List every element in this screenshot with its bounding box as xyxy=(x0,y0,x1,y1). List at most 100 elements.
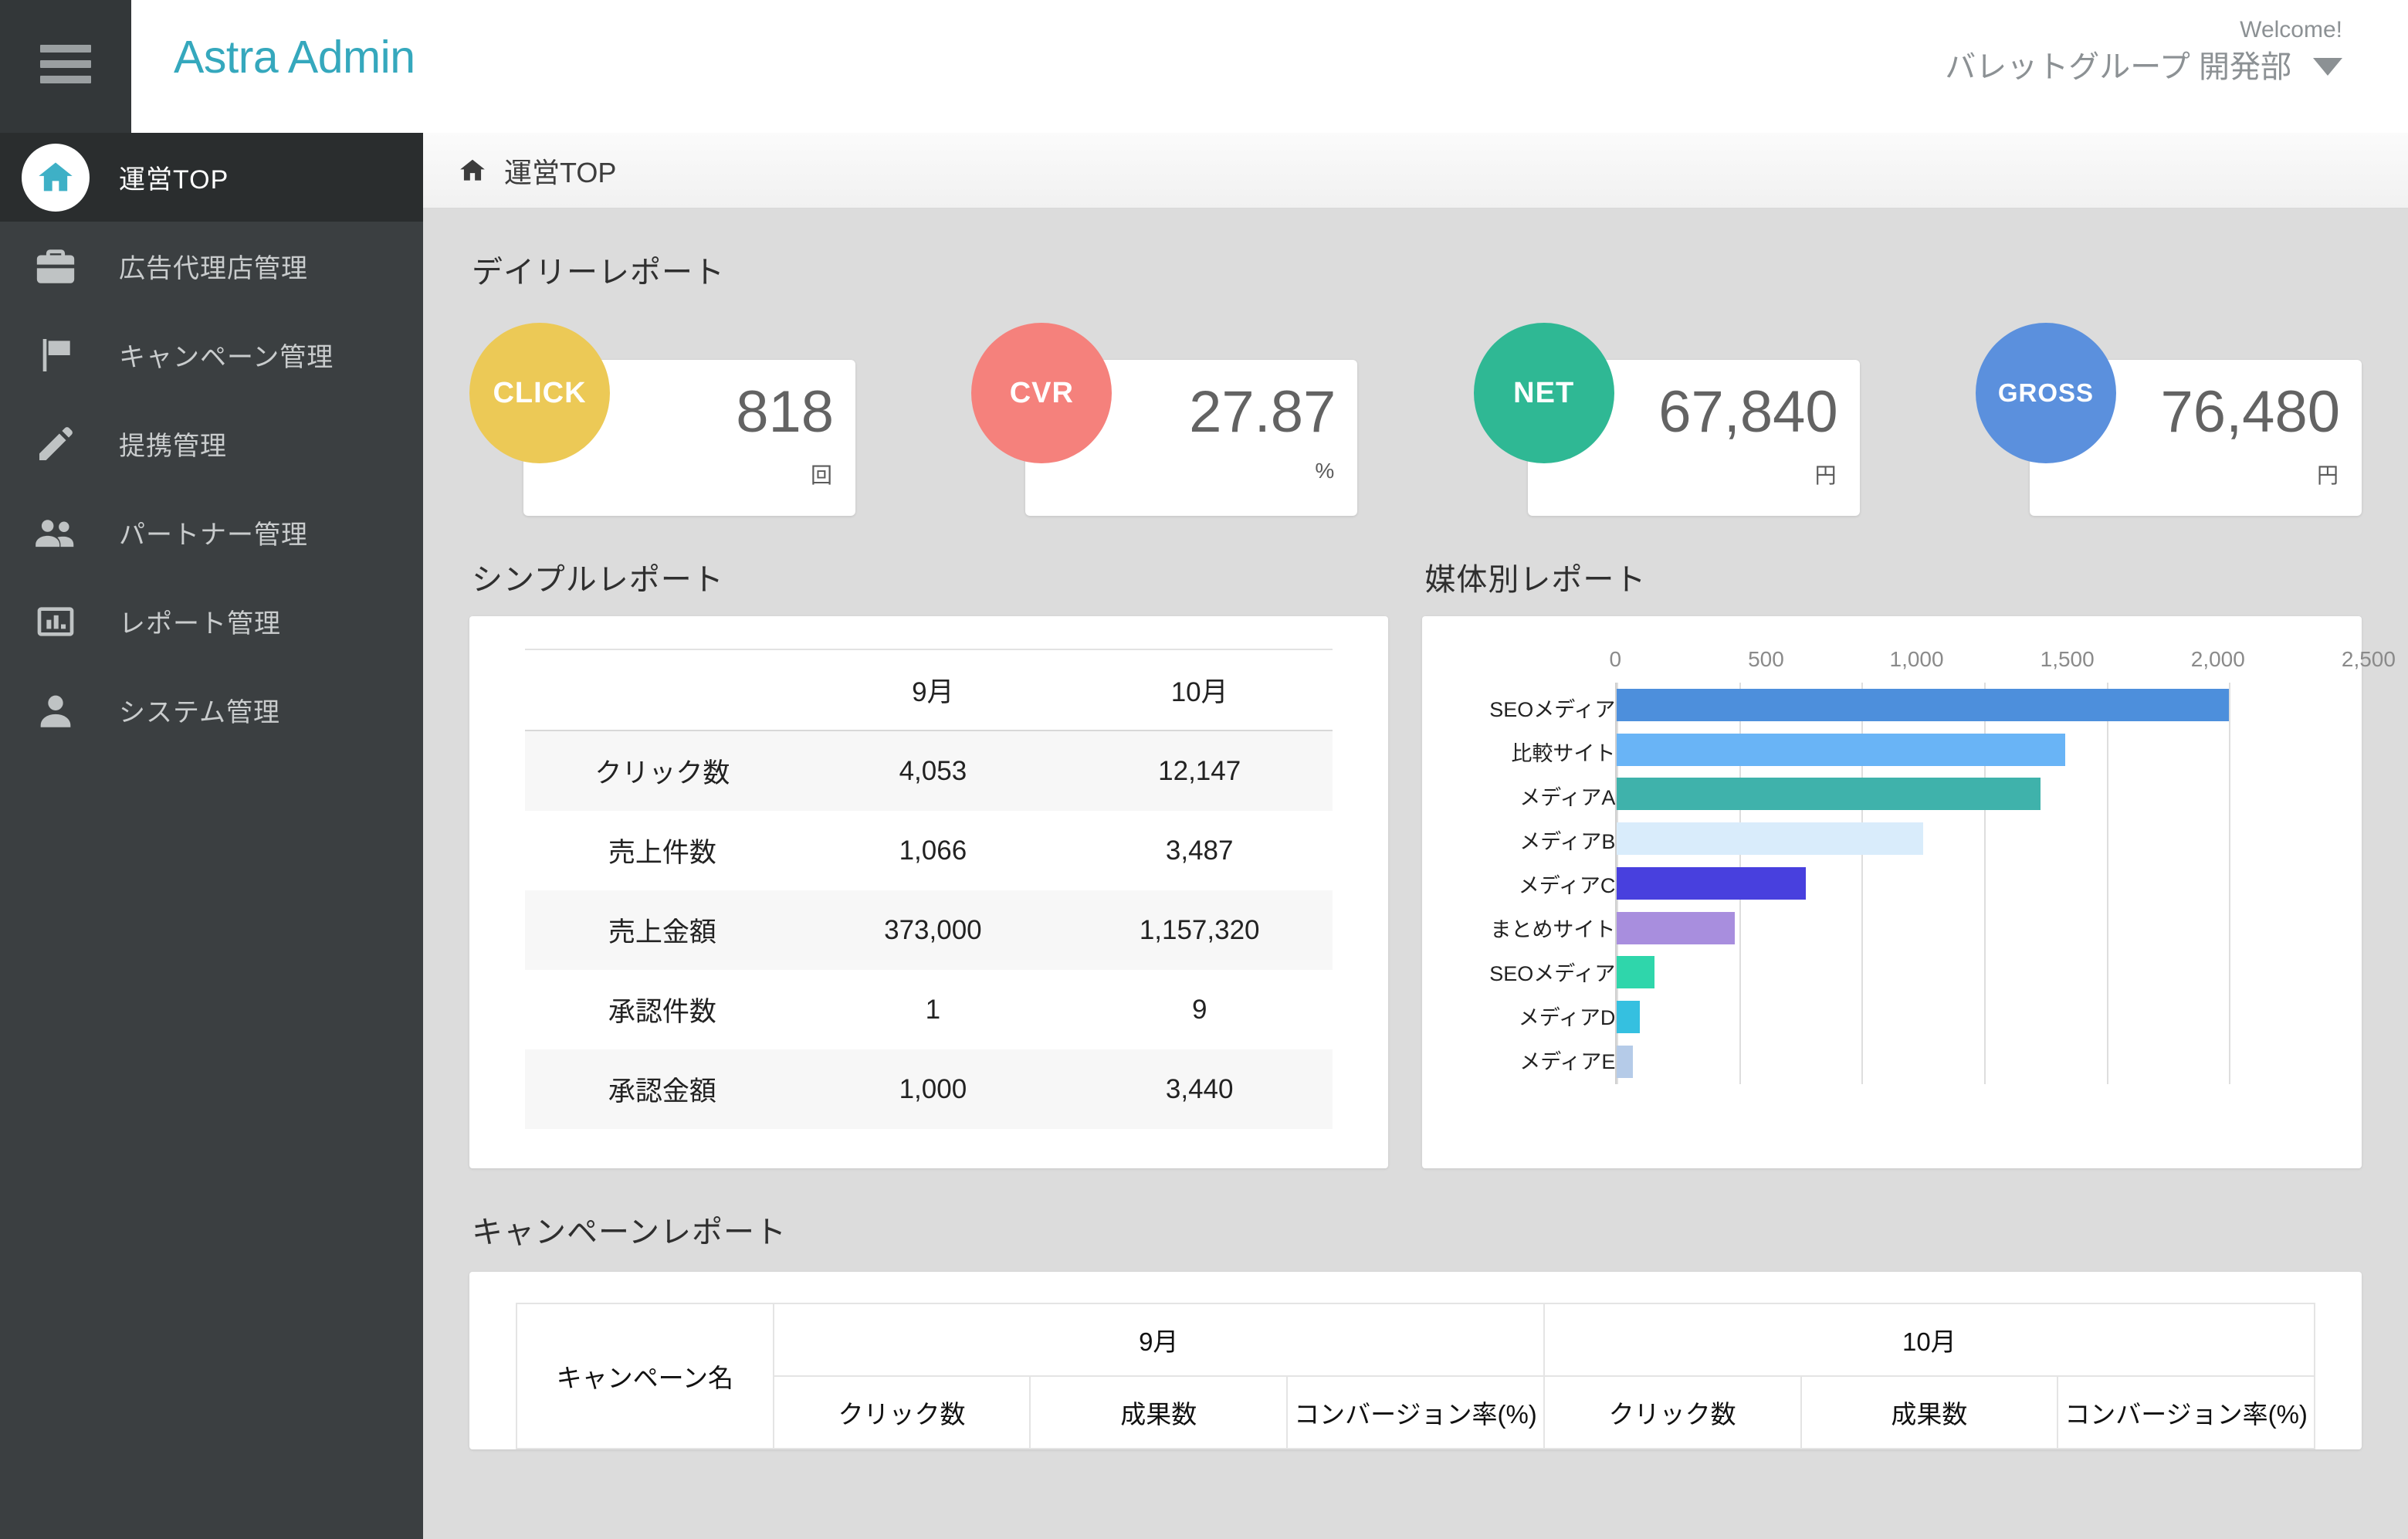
row-value-sep: 1,000 xyxy=(899,1073,967,1104)
bar[interactable] xyxy=(1617,911,1735,944)
media-bar-chart: 0 500 1,000 1,500 2,000 2,500 SEOメディア 比較サイト メディ… xyxy=(1453,647,2396,1141)
category-label: SEOメディア xyxy=(1489,962,1616,986)
bar[interactable] xyxy=(1617,688,2230,721)
col-header-month-oct: 10月 xyxy=(1543,1303,2316,1377)
hamburger-bar-2 xyxy=(40,60,91,68)
user-menu[interactable]: Welcome! バレットグループ 開発部 xyxy=(1945,15,2342,86)
sidebar-item-report[interactable]: レポート管理 xyxy=(0,577,423,666)
row-label: クリック数 xyxy=(594,758,730,788)
sidebar-item-label: レポート管理 xyxy=(119,609,281,639)
bar-row xyxy=(1617,774,2327,814)
flag-icon xyxy=(22,321,90,389)
admin-dashboard: Astra Admin Welcome! バレットグループ 開発部 運営TOP … xyxy=(0,0,2408,1539)
category-label: メディアD xyxy=(1518,1006,1616,1030)
table-row: 売上金額 373,000 1,157,320 xyxy=(525,890,1333,970)
x-tick-label: 1,000 xyxy=(1889,647,1944,671)
table-header-row-months: キャンペーン名 9月 10月 xyxy=(516,1303,2316,1449)
row-label: 売上件数 xyxy=(608,838,716,868)
kpi-card-gross[interactable]: GROSS 76,480 円 xyxy=(1975,323,2362,516)
chart-x-axis-ticks: 0 500 1,000 1,500 2,000 2,500 xyxy=(1453,647,2396,683)
bar[interactable] xyxy=(1617,1046,1633,1078)
chevron-down-icon[interactable] xyxy=(2313,58,2342,76)
kpi-card-cvr[interactable]: CVR 27.87 % xyxy=(971,323,1358,516)
sidebar-item-label: キャンペーン管理 xyxy=(119,343,334,372)
bar[interactable] xyxy=(1617,733,2065,766)
sidebar-item-operation-top[interactable]: 運営TOP xyxy=(0,133,423,222)
top-bar: Astra Admin Welcome! バレットグループ 開発部 xyxy=(0,0,2408,133)
x-tick-label: 500 xyxy=(1748,647,1784,671)
col-header-clicks-sep: クリック数 xyxy=(772,1375,1031,1449)
person-icon xyxy=(22,676,90,744)
col-header-oct: 10月 xyxy=(1066,649,1333,731)
section-title-simple: シンプルレポート xyxy=(472,563,724,597)
table-row: 承認件数 1 9 xyxy=(525,970,1333,1049)
kpi-unit-net: 円 xyxy=(1814,463,1837,487)
row-value-sep: 1 xyxy=(925,994,941,1025)
category-label: SEOメディア xyxy=(1489,697,1616,721)
col-header-cvr-sep: コンバージョン率(%) xyxy=(1286,1375,1545,1449)
category-label: メディアC xyxy=(1518,873,1616,897)
table-row: 承認金額 1,000 3,440 xyxy=(525,1049,1333,1129)
row-value-oct: 1,157,320 xyxy=(1139,914,1260,945)
row-label: 承認件数 xyxy=(608,997,716,1027)
kpi-card-group: CLICK 818 回 CVR 27.87 % NET 67,840 円 GRO… xyxy=(469,309,2362,516)
kpi-card-click[interactable]: CLICK 818 回 xyxy=(469,323,855,516)
sidebar-item-label: パートナー管理 xyxy=(119,520,308,550)
table-row: クリック数 4,053 12,147 xyxy=(525,731,1333,811)
category-label: まとめサイト xyxy=(1490,918,1616,942)
kpi-badge-gross: GROSS xyxy=(1975,323,2116,463)
sidebar-item-label: システム管理 xyxy=(119,698,280,727)
kpi-badge-cvr: CVR xyxy=(971,323,1113,463)
welcome-label: Welcome! xyxy=(2240,17,2342,42)
brand-title[interactable]: Astra Admin xyxy=(174,31,415,83)
bar-chart-icon xyxy=(22,588,90,656)
row-label: 売上金額 xyxy=(608,917,716,947)
bar-row xyxy=(1617,1042,2327,1082)
simple-report-panel: 9月 10月 クリック数 4,053 12,147 売上件数 1,066 3,487 売上金… xyxy=(469,616,1389,1168)
sidebar-item-partnership[interactable]: 提携管理 xyxy=(0,399,423,488)
sidebar-item-partner[interactable]: パートナー管理 xyxy=(0,488,423,577)
sidebar-item-label: 提携管理 xyxy=(119,432,227,461)
hamburger-bar-1 xyxy=(40,45,91,53)
kpi-card-net[interactable]: NET 67,840 円 xyxy=(1473,323,1860,516)
x-tick-label: 1,500 xyxy=(2040,647,2095,671)
simple-report-table: 9月 10月 クリック数 4,053 12,147 売上件数 1,066 3,487 売上金… xyxy=(525,649,1333,1129)
table-header-row-metrics: クリック数 成果数 コンバージョン率(%) クリック数 成果数 コンバージョン率… xyxy=(516,1375,2315,1449)
people-icon xyxy=(22,499,90,567)
bar-row xyxy=(1617,997,2327,1037)
category-label: メディアA xyxy=(1519,785,1616,809)
kpi-value-net: 67,840 xyxy=(1658,379,1838,445)
table-row: 売上件数 1,066 3,487 xyxy=(525,811,1333,890)
bar[interactable] xyxy=(1617,866,1806,900)
bar[interactable] xyxy=(1617,778,2041,811)
bar-row xyxy=(1617,908,2327,948)
row-value-sep: 373,000 xyxy=(884,914,982,945)
home-icon xyxy=(22,143,90,212)
col-header-cvr-oct: コンバージョン率(%) xyxy=(2057,1375,2315,1449)
col-header-campaign-name: キャンペーン名 xyxy=(516,1303,774,1449)
kpi-value-gross: 76,480 xyxy=(2160,379,2340,445)
home-icon xyxy=(458,156,487,185)
chart-plot xyxy=(1615,683,2327,1084)
dashboard-body: デイリーレポート CLICK 818 回 CVR 27.87 % NET 67,… xyxy=(423,208,2408,1449)
breadcrumb-label[interactable]: 運営TOP xyxy=(504,151,616,191)
sidebar-item-system[interactable]: システム管理 xyxy=(0,666,423,754)
row-label: 承認金額 xyxy=(608,1076,716,1107)
hamburger-icon[interactable] xyxy=(40,45,91,83)
row-value-oct: 12,147 xyxy=(1158,755,1241,786)
bar-row xyxy=(1617,952,2327,992)
category-label: メディアE xyxy=(1519,1050,1616,1074)
bar[interactable] xyxy=(1617,956,1655,989)
sidebar-item-agency[interactable]: 広告代理店管理 xyxy=(0,222,423,310)
chart-bars xyxy=(1617,683,2327,1084)
sidebar-item-campaign[interactable]: キャンペーン管理 xyxy=(0,310,423,399)
row-value-sep: 4,053 xyxy=(899,755,967,786)
media-report-column: 媒体別レポート 0 500 1,000 1,500 2,000 2,500 SEOメディア… xyxy=(1422,516,2396,1168)
media-report-panel: 0 500 1,000 1,500 2,000 2,500 SEOメディア 比較サイト メディ… xyxy=(1422,616,2396,1168)
table-header-row: 9月 10月 xyxy=(525,649,1333,731)
chart-plot-area: SEOメディア 比較サイト メディアA メディアB メディアC まとめサイト SEOメディア… xyxy=(1453,683,2327,1084)
sidebar-item-label: 運営TOP xyxy=(119,165,229,195)
bar[interactable] xyxy=(1617,1001,1641,1034)
bar[interactable] xyxy=(1617,822,1923,856)
kpi-unit-gross: 円 xyxy=(2316,463,2339,487)
